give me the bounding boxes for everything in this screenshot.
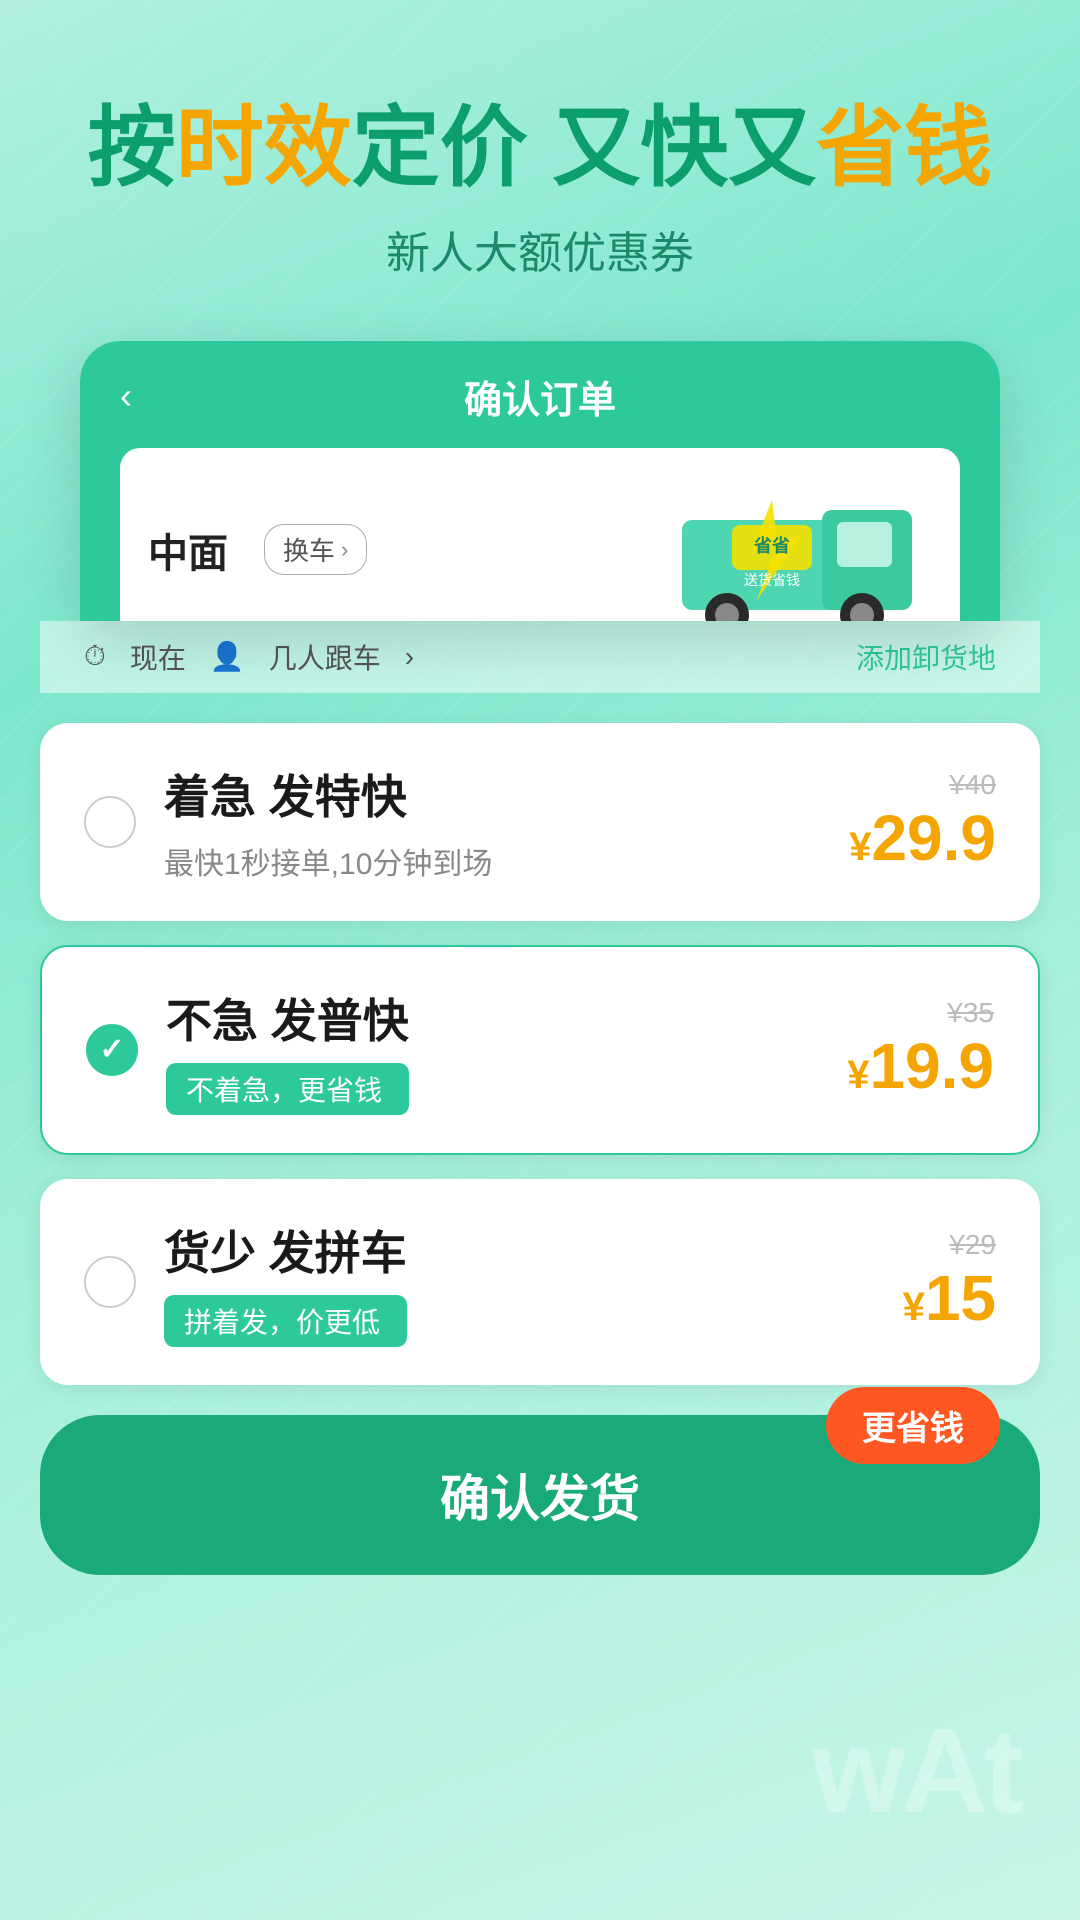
option-normal-left: 不急 发普快 不着急，更省钱 bbox=[86, 985, 409, 1115]
option-normal-tag: 不着急，更省钱 bbox=[166, 1063, 409, 1115]
option-carpool-price: ¥29 ¥15 bbox=[903, 1229, 996, 1335]
truck-illustration: 省省 送货省钱 bbox=[672, 470, 932, 621]
headline-text1: 按 bbox=[88, 98, 176, 197]
option-normal-text: 不急 发普快 不着急，更省钱 bbox=[166, 985, 409, 1115]
option-carpool-left: 货少 发拼车 拼着发，价更低 bbox=[84, 1217, 407, 1347]
option-express-original: ¥40 bbox=[849, 769, 996, 801]
svg-text:送货省钱: 送货省钱 bbox=[744, 572, 800, 588]
option-normal-current: ¥19.9 bbox=[847, 1029, 994, 1103]
add-unload-text[interactable]: 添加卸货地 bbox=[856, 637, 996, 677]
options-section: 着急 发特快 最快1秒接单,10分钟到场 ¥40 ¥29.9 不急 发普快 不着… bbox=[40, 723, 1040, 1385]
person-icon: 👤 bbox=[210, 640, 245, 673]
option-express-left: 着急 发特快 最快1秒接单,10分钟到场 bbox=[84, 761, 492, 883]
option-normal-original: ¥35 bbox=[847, 997, 994, 1029]
radio-express[interactable] bbox=[84, 796, 136, 848]
option-normal-currency: ¥ bbox=[847, 1053, 869, 1097]
option-express-desc: 最快1秒接单,10分钟到场 bbox=[164, 839, 492, 883]
option-express-price: ¥40 ¥29.9 bbox=[849, 769, 996, 875]
option-normal-title: 不急 发普快 bbox=[166, 985, 409, 1051]
bottom-section: 更省钱 确认发货 bbox=[40, 1415, 1040, 1575]
save-more-badge: 更省钱 bbox=[826, 1387, 1000, 1464]
confirm-label: 确认发货 bbox=[440, 1471, 640, 1527]
option-normal-value: 19.9 bbox=[869, 1030, 994, 1102]
watermark-text: wAt bbox=[812, 1702, 1020, 1840]
header-section: 按时效定价 又快又省钱 新人大额优惠券 bbox=[0, 0, 1080, 321]
headline-highlight1: 时效 bbox=[176, 98, 352, 197]
option-carpool-current: ¥15 bbox=[903, 1261, 996, 1335]
svg-text:省省: 省省 bbox=[753, 535, 790, 556]
option-express[interactable]: 着急 发特快 最快1秒接单,10分钟到场 ¥40 ¥29.9 bbox=[40, 723, 1040, 921]
option-express-current: ¥29.9 bbox=[849, 801, 996, 875]
option-express-currency: ¥ bbox=[849, 825, 871, 869]
change-car-button[interactable]: 换车 › bbox=[264, 524, 367, 575]
confirm-button[interactable]: 更省钱 确认发货 bbox=[40, 1415, 1040, 1575]
headline: 按时效定价 又快又省钱 bbox=[60, 100, 1020, 197]
option-carpool-original: ¥29 bbox=[903, 1229, 996, 1261]
option-normal[interactable]: 不急 发普快 不着急，更省钱 ¥35 ¥19.9 bbox=[40, 945, 1040, 1155]
car-label: 中面 bbox=[148, 521, 228, 579]
radio-normal[interactable] bbox=[86, 1024, 138, 1076]
change-car-label: 换车 bbox=[283, 531, 335, 568]
option-carpool[interactable]: 货少 发拼车 拼着发，价更低 ¥29 ¥15 bbox=[40, 1179, 1040, 1385]
card-nav: ‹ 确认订单 bbox=[120, 369, 960, 424]
option-carpool-currency: ¥ bbox=[903, 1285, 925, 1329]
info-arrow: › bbox=[405, 641, 414, 673]
order-card-header: ‹ 确认订单 中面 换车 › bbox=[80, 341, 1000, 621]
option-express-title: 着急 发特快 bbox=[164, 761, 492, 827]
back-button[interactable]: ‹ bbox=[120, 375, 132, 417]
option-express-text: 着急 发特快 最快1秒接单,10分钟到场 bbox=[164, 761, 492, 883]
info-strip-left: ⏱ 现在 👤 几人跟车 › bbox=[84, 637, 414, 677]
radio-carpool[interactable] bbox=[84, 1256, 136, 1308]
card-content-row: 中面 换车 › bbox=[120, 448, 960, 621]
option-normal-price: ¥35 ¥19.9 bbox=[847, 997, 994, 1103]
option-carpool-text: 货少 发拼车 拼着发，价更低 bbox=[164, 1217, 407, 1347]
option-express-value: 29.9 bbox=[871, 802, 996, 874]
option-carpool-value: 15 bbox=[925, 1262, 996, 1334]
clock-icon: ⏱ bbox=[84, 640, 106, 673]
order-card: ‹ 确认订单 中面 换车 › bbox=[80, 341, 1000, 621]
headline-text2: 定价 又快又 bbox=[352, 98, 816, 197]
info-strip: ⏱ 现在 👤 几人跟车 › 添加卸货地 bbox=[40, 621, 1040, 693]
card-title: 确认订单 bbox=[464, 369, 616, 424]
now-text: 现在 bbox=[130, 637, 186, 677]
option-carpool-tag: 拼着发，价更低 bbox=[164, 1295, 407, 1347]
headline-highlight2: 省钱 bbox=[816, 98, 992, 197]
subheadline: 新人大额优惠券 bbox=[60, 217, 1020, 281]
followers-text: 几人跟车 bbox=[269, 637, 381, 677]
change-car-arrow: › bbox=[341, 537, 348, 563]
option-carpool-title: 货少 发拼车 bbox=[164, 1217, 407, 1283]
